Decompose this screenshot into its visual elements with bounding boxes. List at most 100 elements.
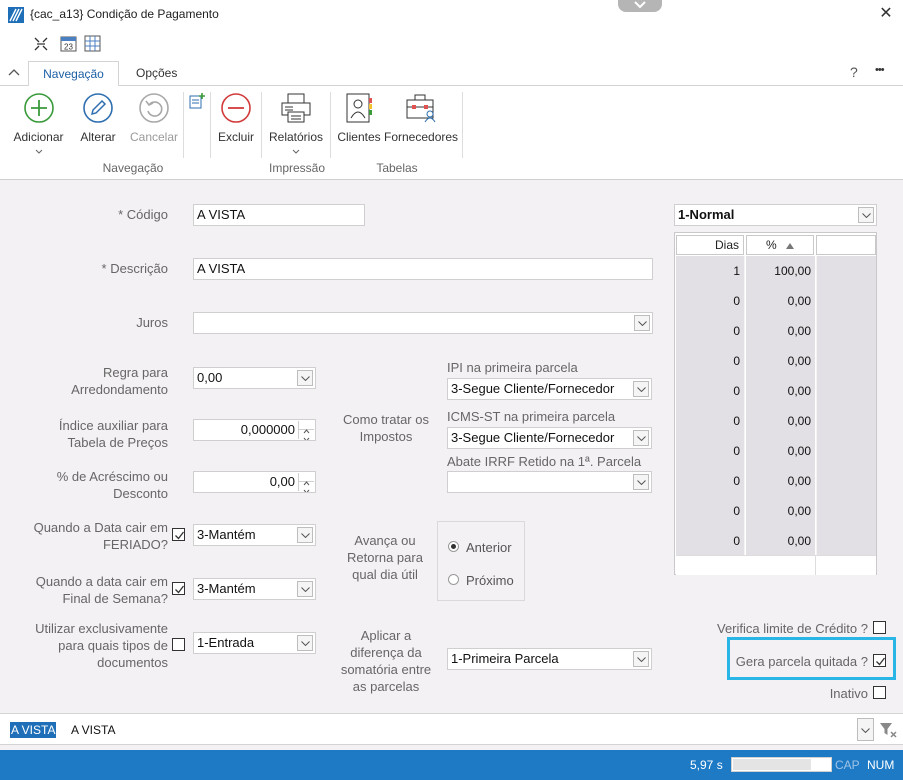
codigo-input[interactable]: A VISTA [193,204,365,226]
fornecedores-button[interactable]: Fornecedores [384,92,458,144]
irrf-dropdown-button[interactable] [633,474,649,490]
record-dropdown-button[interactable] [857,718,874,741]
table-row[interactable]: 0 0,00 [676,346,876,376]
acrescimo-spinner[interactable] [298,473,314,492]
fim-semana-select[interactable]: 3-Mantém [193,578,316,600]
tab-opcoes[interactable]: Opções [122,61,191,87]
table-row[interactable]: 0 0,00 [676,316,876,346]
indice-spinner[interactable] [298,421,314,440]
grid-cell-pct[interactable]: 100,00 [746,256,815,286]
radio-proximo[interactable] [448,574,459,585]
grid-cell-dias[interactable]: 1 [676,256,745,286]
alterar-button[interactable]: Alterar [74,92,122,144]
grid-cell-blank[interactable] [816,256,876,286]
descricao-input[interactable]: A VISTA [193,258,653,280]
table-row[interactable]: 0 0,00 [676,286,876,316]
table-row[interactable]: 0 0,00 [676,376,876,406]
record-description[interactable]: A VISTA [71,722,115,738]
new-doc-icon[interactable] [188,92,206,110]
filter-icon[interactable] [879,722,897,738]
icms-dropdown-button[interactable] [633,430,649,446]
grid-cell-dias[interactable]: 0 [676,346,745,376]
feriado-checkbox[interactable] [172,528,185,541]
relatorios-button[interactable]: Relatórios [266,92,326,154]
grid-cell-dias[interactable]: 0 [676,526,745,556]
diferenca-select[interactable]: 1-Primeira Parcela [447,648,652,670]
tipos-doc-dropdown-button[interactable] [297,635,313,651]
grid-cell-blank[interactable] [816,286,876,316]
table-row[interactable]: 0 0,00 [676,526,876,556]
tab-navegacao[interactable]: Navegação [28,61,119,87]
verifica-credito-checkbox[interactable] [873,621,886,634]
spin-down-button[interactable] [299,430,314,440]
grid-cell-blank[interactable] [816,466,876,496]
ipi-select[interactable]: 3-Segue Cliente/Fornecedor [447,378,652,400]
regra-dropdown-button[interactable] [297,370,313,386]
table-row[interactable]: 0 0,00 [676,436,876,466]
juros-select[interactable] [193,312,653,334]
close-button[interactable]: ✕ [877,3,895,23]
radio-anterior[interactable] [448,541,459,552]
table-row[interactable]: 0 0,00 [676,406,876,436]
gera-parcela-checkbox[interactable] [873,654,886,667]
inativo-checkbox[interactable] [873,686,886,699]
spin-up-button[interactable] [299,473,314,486]
grid-cell-blank[interactable] [816,496,876,526]
record-code[interactable]: A VISTA [10,722,57,738]
grid-cell-pct[interactable]: 0,00 [746,466,815,496]
collapse-icon[interactable] [33,36,49,52]
grid-cell-pct[interactable]: 0,00 [746,436,815,466]
grid-cell-dias[interactable]: 0 [676,466,745,496]
more-options-button[interactable]: ••• [875,64,885,76]
grid-cell-pct[interactable]: 0,00 [746,376,815,406]
grid-cell-blank[interactable] [816,406,876,436]
grid-cell-dias[interactable]: 0 [676,286,745,316]
spin-up-button[interactable] [299,421,314,434]
grid-cell-dias[interactable]: 0 [676,436,745,466]
calendar-icon[interactable]: 23 [60,35,77,52]
table-row[interactable]: 1 100,00 [676,256,876,286]
clientes-button[interactable]: Clientes [336,92,382,144]
grid-header-dias[interactable]: Dias [676,235,744,255]
grid-type-dropdown-button[interactable] [858,207,874,223]
grid-cell-pct[interactable]: 0,00 [746,346,815,376]
grid-cell-dias[interactable]: 0 [676,406,745,436]
help-button[interactable]: ? [850,64,858,80]
feriado-dropdown-button[interactable] [297,527,313,543]
grid-cell-dias[interactable]: 0 [676,316,745,346]
fim-semana-checkbox[interactable] [172,582,185,595]
fim-semana-dropdown-button[interactable] [297,581,313,597]
grid-cell-pct[interactable]: 0,00 [746,526,815,556]
grid-cell-blank[interactable] [816,526,876,556]
grid-header-pct[interactable]: % [746,235,814,255]
table-row[interactable]: 0 0,00 [676,466,876,496]
irrf-select[interactable] [447,471,652,493]
tipos-doc-checkbox[interactable] [172,638,185,651]
regra-select[interactable]: 0,00 [193,367,316,389]
grid-cell-blank[interactable] [816,316,876,346]
cancelar-button[interactable]: Cancelar [128,92,180,144]
tipos-doc-select[interactable]: 1-Entrada [193,632,316,654]
juros-dropdown-button[interactable] [634,315,650,331]
diferenca-dropdown-button[interactable] [633,651,649,667]
grid-cell-dias[interactable]: 0 [676,496,745,526]
spin-down-button[interactable] [299,482,314,492]
icms-select[interactable]: 3-Segue Cliente/Fornecedor [447,427,652,449]
chevron-up-icon[interactable] [8,68,20,76]
collapse-ribbon-tab[interactable] [618,0,662,12]
grid-cell-blank[interactable] [816,346,876,376]
feriado-select[interactable]: 3-Mantém [193,524,316,546]
excluir-button[interactable]: Excluir [214,92,258,144]
ipi-dropdown-button[interactable] [633,381,649,397]
indice-input[interactable]: 0,000000 [193,419,316,441]
grid-type-select[interactable]: 1-Normal [674,204,877,226]
grid-cell-blank[interactable] [816,436,876,466]
adicionar-button[interactable]: Adicionar [10,92,67,154]
grid-cell-dias[interactable]: 0 [676,376,745,406]
grid-cell-pct[interactable]: 0,00 [746,286,815,316]
table-row[interactable]: 0 0,00 [676,496,876,526]
grid-cell-pct[interactable]: 0,00 [746,406,815,436]
grid-cell-pct[interactable]: 0,00 [746,316,815,346]
grid-cell-pct[interactable]: 0,00 [746,496,815,526]
grid-cell-blank[interactable] [816,376,876,406]
